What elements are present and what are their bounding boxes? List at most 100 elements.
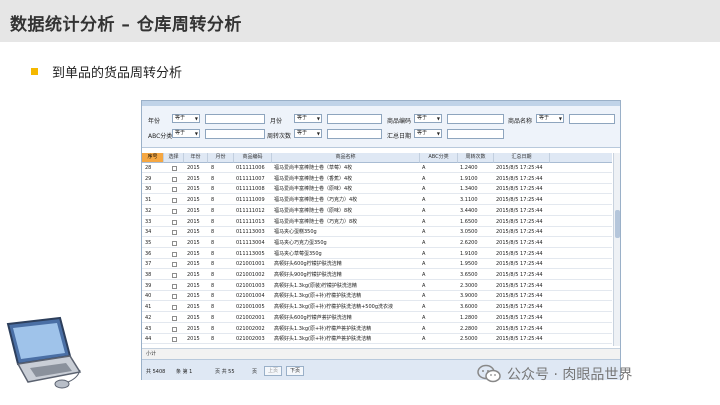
col-header-turnover[interactable]: 周转次数 <box>458 153 494 163</box>
filter-input-name[interactable] <box>569 114 615 124</box>
row-checkbox[interactable] <box>172 251 177 257</box>
table-row[interactable]: 29 2015 8 011111007 福马爱尚丰富棒随士卷（香蕉）4枚 A 1.9100 2… <box>142 175 612 184</box>
cell-name: 高顿好头900g柠檬护肤洗洁精 <box>274 272 342 278</box>
col-header-year[interactable]: 年份 <box>184 153 208 163</box>
cell-year: 2015 <box>187 272 200 278</box>
col-header-date[interactable]: 汇总日期 <box>494 153 550 163</box>
cell-month: 8 <box>211 314 215 321</box>
cell-no: 39 <box>145 282 152 289</box>
table-row[interactable]: 42 2015 8 021002001 高顿好头600g柠檬芦荟护肤洗洁精 A 1.2800… <box>142 314 612 323</box>
row-checkbox[interactable] <box>172 176 177 182</box>
filter-operator-year[interactable]: 等于 ▼ <box>172 114 200 123</box>
table-row[interactable]: 31 2015 8 011111009 福马爱尚丰富棒随士卷（巧克力）4枚 A 3.1100… <box>142 196 612 206</box>
col-header-abc[interactable]: ABC分类 <box>420 153 458 163</box>
filter-input-month[interactable] <box>327 114 382 124</box>
filter-input-year[interactable] <box>205 114 265 124</box>
cell-month: 8 <box>211 336 215 343</box>
scrollbar-thumb[interactable] <box>615 210 620 238</box>
operator-text: 等于 <box>539 115 550 121</box>
cell-name: 高顿好头1.3kg(原+补)柠檬芦荟护肤洗洁精 <box>274 325 372 332</box>
prev-page-button[interactable]: 上页 <box>264 366 283 376</box>
cell-no: 36 <box>145 250 152 257</box>
cell-date: 2015/8/5 17:25:44 <box>496 239 543 246</box>
row-checkbox[interactable] <box>172 230 177 236</box>
cell-name: 高顿好头1.3kg(原+补)柠檬芦荟护肤洗洁精 <box>274 336 372 343</box>
filter-operator-month[interactable]: 等于 ▼ <box>294 114 322 123</box>
filter-input-date[interactable] <box>447 129 504 139</box>
cell-year: 2015 <box>187 239 200 246</box>
cell-no: 40 <box>145 293 152 300</box>
table-row[interactable]: 40 2015 8 021001004 高顿好头1.3kg(原+补)柠檬护肤洗洁精 A 3.… <box>142 292 612 302</box>
filter-input-turnover[interactable] <box>327 129 382 139</box>
cell-month: 8 <box>211 197 215 204</box>
next-page-button[interactable]: 下页 <box>286 366 305 376</box>
row-checkbox[interactable] <box>172 208 177 214</box>
cell-no: 31 <box>145 197 152 204</box>
cell-turnover: 1.3400 <box>460 186 478 193</box>
row-checkbox[interactable] <box>172 240 177 246</box>
row-checkbox[interactable] <box>172 187 177 193</box>
row-checkbox[interactable] <box>172 326 177 332</box>
row-checkbox[interactable] <box>172 283 177 289</box>
row-checkbox[interactable] <box>172 262 177 268</box>
col-header-code[interactable]: 商品编码 <box>234 153 272 163</box>
cell-turnover: 3.4400 <box>460 207 478 214</box>
cell-month: 8 <box>211 272 215 278</box>
cell-year: 2015 <box>187 261 200 268</box>
cell-turnover: 1.2400 <box>460 165 478 171</box>
cell-abc: A <box>422 165 426 171</box>
cell-name: 高顿好头1.3kg(原+补)柠檬护肤洗洁精 <box>274 293 362 300</box>
cell-year: 2015 <box>187 336 200 343</box>
table-row[interactable]: 39 2015 8 021001003 高顿好头1.3kg(原装)柠檬护肤洗洁精 A 2.3… <box>142 282 612 291</box>
cell-date: 2015/8/5 17:25:44 <box>496 282 543 289</box>
cell-code: 011113003 <box>236 229 265 236</box>
table-row[interactable]: 35 2015 8 011113004 福马夹心巧克力蛋350g A 2.6200 2015/… <box>142 239 612 248</box>
col-header-select[interactable]: 选择 <box>164 153 184 163</box>
cell-turnover: 1.9100 <box>460 175 478 182</box>
row-checkbox[interactable] <box>172 315 177 321</box>
filter-label-year: 年份 <box>148 118 161 125</box>
filter-operator-name[interactable]: 等于 ▼ <box>536 114 564 123</box>
table-row[interactable]: 38 2015 8 021001002 高顿好头900g柠檬护肤洗洁精 A 3.6500 20… <box>142 271 612 280</box>
operator-text: 等于 <box>175 115 186 121</box>
table-row[interactable]: 33 2015 8 011111013 福马爱尚丰富棒随士卷（巧克力）8枚 A 1.6500… <box>142 218 612 227</box>
operator-text: 等于 <box>297 130 308 136</box>
table-row[interactable]: 34 2015 8 011113003 福马夹心蛋糕350g A 3.0500 2015/8/… <box>142 228 612 238</box>
cell-month: 8 <box>211 207 215 214</box>
cell-year: 2015 <box>187 197 200 204</box>
table-row[interactable]: 43 2015 8 021002002 高顿好头1.3kg(原+补)柠檬芦荟护肤洗洁精 A… <box>142 325 612 334</box>
table-row[interactable]: 30 2015 8 011111008 福马爱尚丰富棒随士卷（原味）4枚 A 1.3400 2… <box>142 185 612 195</box>
filter-operator-abc[interactable]: 等于 ▼ <box>172 129 200 138</box>
table-row[interactable]: 37 2015 8 021001001 高顿好头600g柠檬护肤洗洁精 A 1.9500 20… <box>142 260 612 270</box>
cell-date: 2015/8/5 17:25:44 <box>496 272 543 278</box>
cell-year: 2015 <box>187 186 200 193</box>
col-header-no[interactable]: 序号 <box>142 153 164 163</box>
cell-date: 2015/8/5 17:25:44 <box>496 293 543 300</box>
col-header-month[interactable]: 月份 <box>208 153 234 163</box>
table-row[interactable]: 41 2015 8 021001005 高顿好头1.3kg(原+补)柠檬护肤洗洁精+50… <box>142 303 612 313</box>
row-checkbox[interactable] <box>172 337 177 343</box>
table-row[interactable]: 44 2015 8 021002003 高顿好头1.3kg(原+补)柠檬芦荟护肤洗洁精 A… <box>142 335 612 345</box>
row-checkbox[interactable] <box>172 166 177 171</box>
filter-operator-turnover[interactable]: 等于 ▼ <box>294 129 322 138</box>
filter-input-abc[interactable] <box>205 129 265 139</box>
row-checkbox[interactable] <box>172 305 177 311</box>
cell-code: 011111012 <box>236 207 265 214</box>
filter-operator-date[interactable]: 等于 ▼ <box>414 129 442 138</box>
cell-code: 011111008 <box>236 186 265 193</box>
cell-name: 福马爱尚丰富棒随士卷（香蕉）4枚 <box>274 175 353 182</box>
table-row[interactable]: 36 2015 8 011113005 福马夹心草莓蛋350g A 1.9100 2015/8… <box>142 250 612 259</box>
filter-input-code[interactable] <box>447 114 504 124</box>
row-checkbox[interactable] <box>172 273 177 278</box>
row-checkbox[interactable] <box>172 294 177 300</box>
cell-year: 2015 <box>187 304 200 311</box>
filter-operator-code[interactable]: 等于 ▼ <box>414 114 442 123</box>
table-row[interactable]: 28 2015 8 011111006 福马爱尚丰富棒随士卷（草莓）4枚 A 1.2400 2… <box>142 164 612 173</box>
row-checkbox[interactable] <box>172 198 177 204</box>
row-checkbox[interactable] <box>172 219 177 225</box>
cell-date: 2015/8/5 17:25:44 <box>496 314 543 321</box>
cell-name: 高顿好头1.3kg(原装)柠檬护肤洗洁精 <box>274 282 357 289</box>
vertical-scrollbar[interactable] <box>613 153 620 346</box>
col-header-name[interactable]: 商品名称 <box>272 153 420 163</box>
table-row[interactable]: 32 2015 8 011111012 福马爱尚丰富棒随士卷（原味）8枚 A 3.4400 2… <box>142 207 612 216</box>
